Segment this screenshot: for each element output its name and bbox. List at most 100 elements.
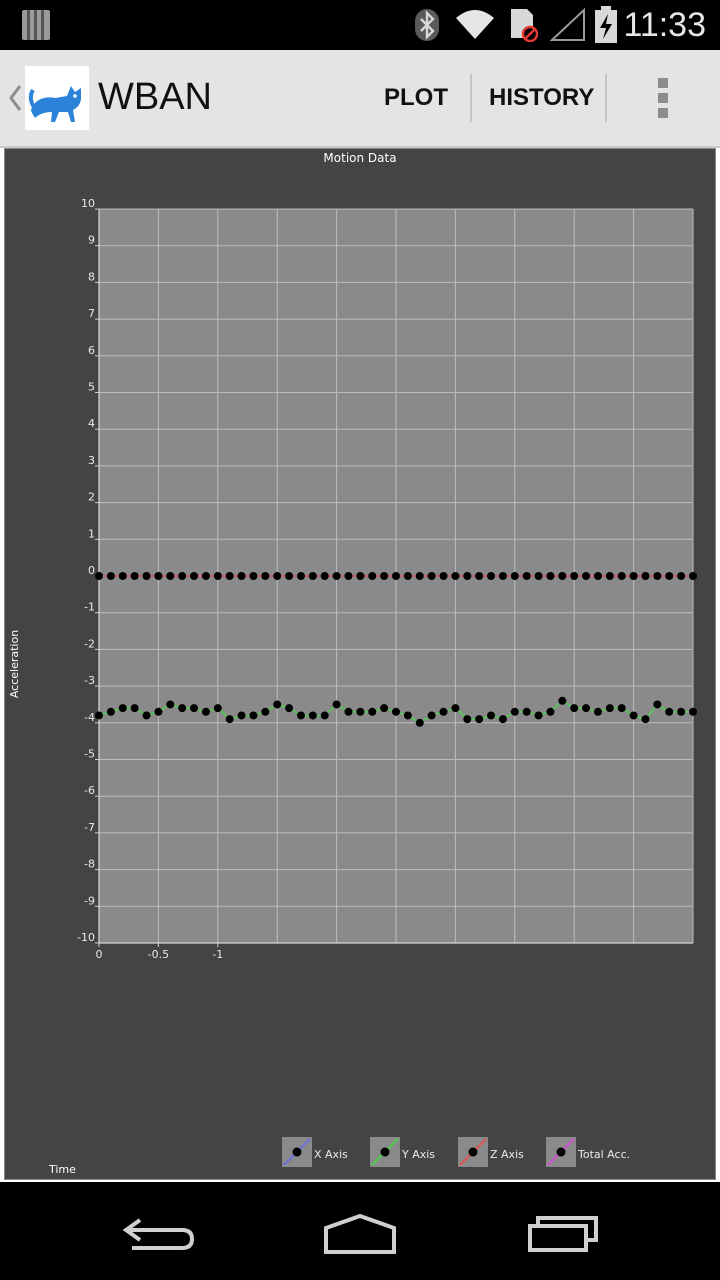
- data-point: [546, 572, 555, 580]
- data-point: [225, 572, 234, 580]
- data-point: [178, 572, 187, 580]
- data-point: [308, 572, 317, 580]
- back-icon[interactable]: [120, 1214, 200, 1254]
- data-point: [356, 707, 365, 716]
- y-tick-label: 2: [88, 491, 95, 504]
- data-point: [617, 572, 626, 580]
- data-point: [415, 718, 424, 727]
- y-tick-label: -10: [77, 931, 95, 944]
- data-point: [546, 707, 555, 716]
- data-point: [308, 711, 317, 720]
- data-point: [522, 707, 531, 716]
- data-point: [154, 572, 163, 580]
- data-point: [451, 704, 460, 713]
- y-tick-label: 8: [88, 270, 95, 283]
- action-bar: WBAN PLOT HISTORY: [0, 50, 720, 148]
- data-point: [201, 572, 210, 580]
- status-bar: 11:33: [0, 0, 720, 50]
- data-point: [593, 572, 602, 580]
- navigation-bar: [0, 1184, 720, 1280]
- data-point: [558, 572, 567, 580]
- data-point: [320, 711, 329, 720]
- y-tick-label: -5: [84, 748, 95, 761]
- data-point: [689, 572, 697, 580]
- data-point: [142, 572, 151, 580]
- data-point: [534, 711, 543, 720]
- data-point: [380, 572, 389, 580]
- data-point: [166, 700, 175, 709]
- data-point: [261, 572, 270, 580]
- data-point: [118, 704, 127, 713]
- data-point: [344, 707, 353, 716]
- data-point: [225, 715, 234, 724]
- bluetooth-icon: [415, 9, 439, 41]
- data-point: [285, 572, 294, 580]
- recent-apps-icon[interactable]: [526, 1214, 600, 1254]
- data-point: [427, 711, 436, 720]
- data-point: [142, 711, 151, 720]
- app-title: WBAN: [98, 76, 212, 118]
- legend-label: X Axis: [314, 1148, 348, 1161]
- motion-chart: 109876543210-1-2-3-4-5-6-7-8-9-100 -0.5 -1…: [8, 151, 697, 1176]
- legend-label: Y Axis: [401, 1148, 435, 1161]
- data-point: [475, 572, 484, 580]
- data-point: [463, 572, 472, 580]
- chart-frame: 10 9 8 7 6 5 4 3 2 1 0 -1 -2 -3 -4 -5 -6 -7 -8 -9 -10 0 -0.5 -1…: [4, 148, 716, 1180]
- data-point: [558, 696, 567, 705]
- data-point: [463, 715, 472, 724]
- data-point: [201, 707, 210, 716]
- data-point: [106, 572, 115, 580]
- x-tick-label: -0.5: [148, 948, 169, 961]
- history-button[interactable]: HISTORY: [489, 84, 594, 112]
- data-point: [332, 700, 341, 709]
- plot-button[interactable]: PLOT: [384, 84, 448, 112]
- x-tick-label: -1: [212, 948, 223, 961]
- data-point: [629, 572, 638, 580]
- data-point: [273, 700, 282, 709]
- home-icon[interactable]: [322, 1212, 398, 1256]
- data-point: [487, 572, 496, 580]
- data-point: [653, 572, 662, 580]
- data-point: [510, 572, 519, 580]
- data-point: [522, 572, 531, 580]
- data-point: [641, 715, 650, 724]
- data-point: [320, 572, 329, 580]
- data-point: [130, 704, 139, 713]
- legend-point: [468, 1147, 478, 1157]
- data-point: [665, 572, 674, 580]
- data-point: [237, 572, 246, 580]
- data-point: [344, 572, 353, 580]
- y-axis-label: Acceleration: [8, 630, 21, 698]
- data-point: [285, 704, 294, 713]
- data-point: [296, 572, 305, 580]
- data-point: [368, 707, 377, 716]
- y-tick-label: 4: [88, 417, 95, 430]
- overflow-menu-icon[interactable]: [656, 76, 670, 120]
- data-point: [605, 704, 614, 713]
- data-point: [154, 707, 163, 716]
- data-point: [487, 711, 496, 720]
- data-point: [178, 704, 187, 713]
- data-point: [665, 707, 674, 716]
- data-point: [427, 572, 436, 580]
- up-navigation[interactable]: [4, 66, 92, 130]
- data-point: [249, 572, 258, 580]
- notification-bars-icon: [22, 10, 50, 40]
- data-point: [213, 704, 222, 713]
- data-point: [332, 572, 341, 580]
- data-point: [498, 572, 507, 580]
- data-point: [190, 572, 199, 580]
- data-point: [677, 572, 686, 580]
- y-tick-label: 6: [88, 344, 95, 357]
- data-point: [392, 572, 400, 580]
- data-point: [617, 704, 626, 713]
- cell-signal-icon: [550, 8, 585, 41]
- legend-point: [380, 1147, 390, 1157]
- y-tick-label: -2: [84, 637, 95, 650]
- data-point: [403, 711, 412, 720]
- y-tick-label: 9: [88, 234, 95, 247]
- data-point: [380, 704, 389, 713]
- y-tick-label: -4: [84, 711, 95, 724]
- data-point: [689, 707, 697, 716]
- y-tick-label: 3: [88, 454, 95, 467]
